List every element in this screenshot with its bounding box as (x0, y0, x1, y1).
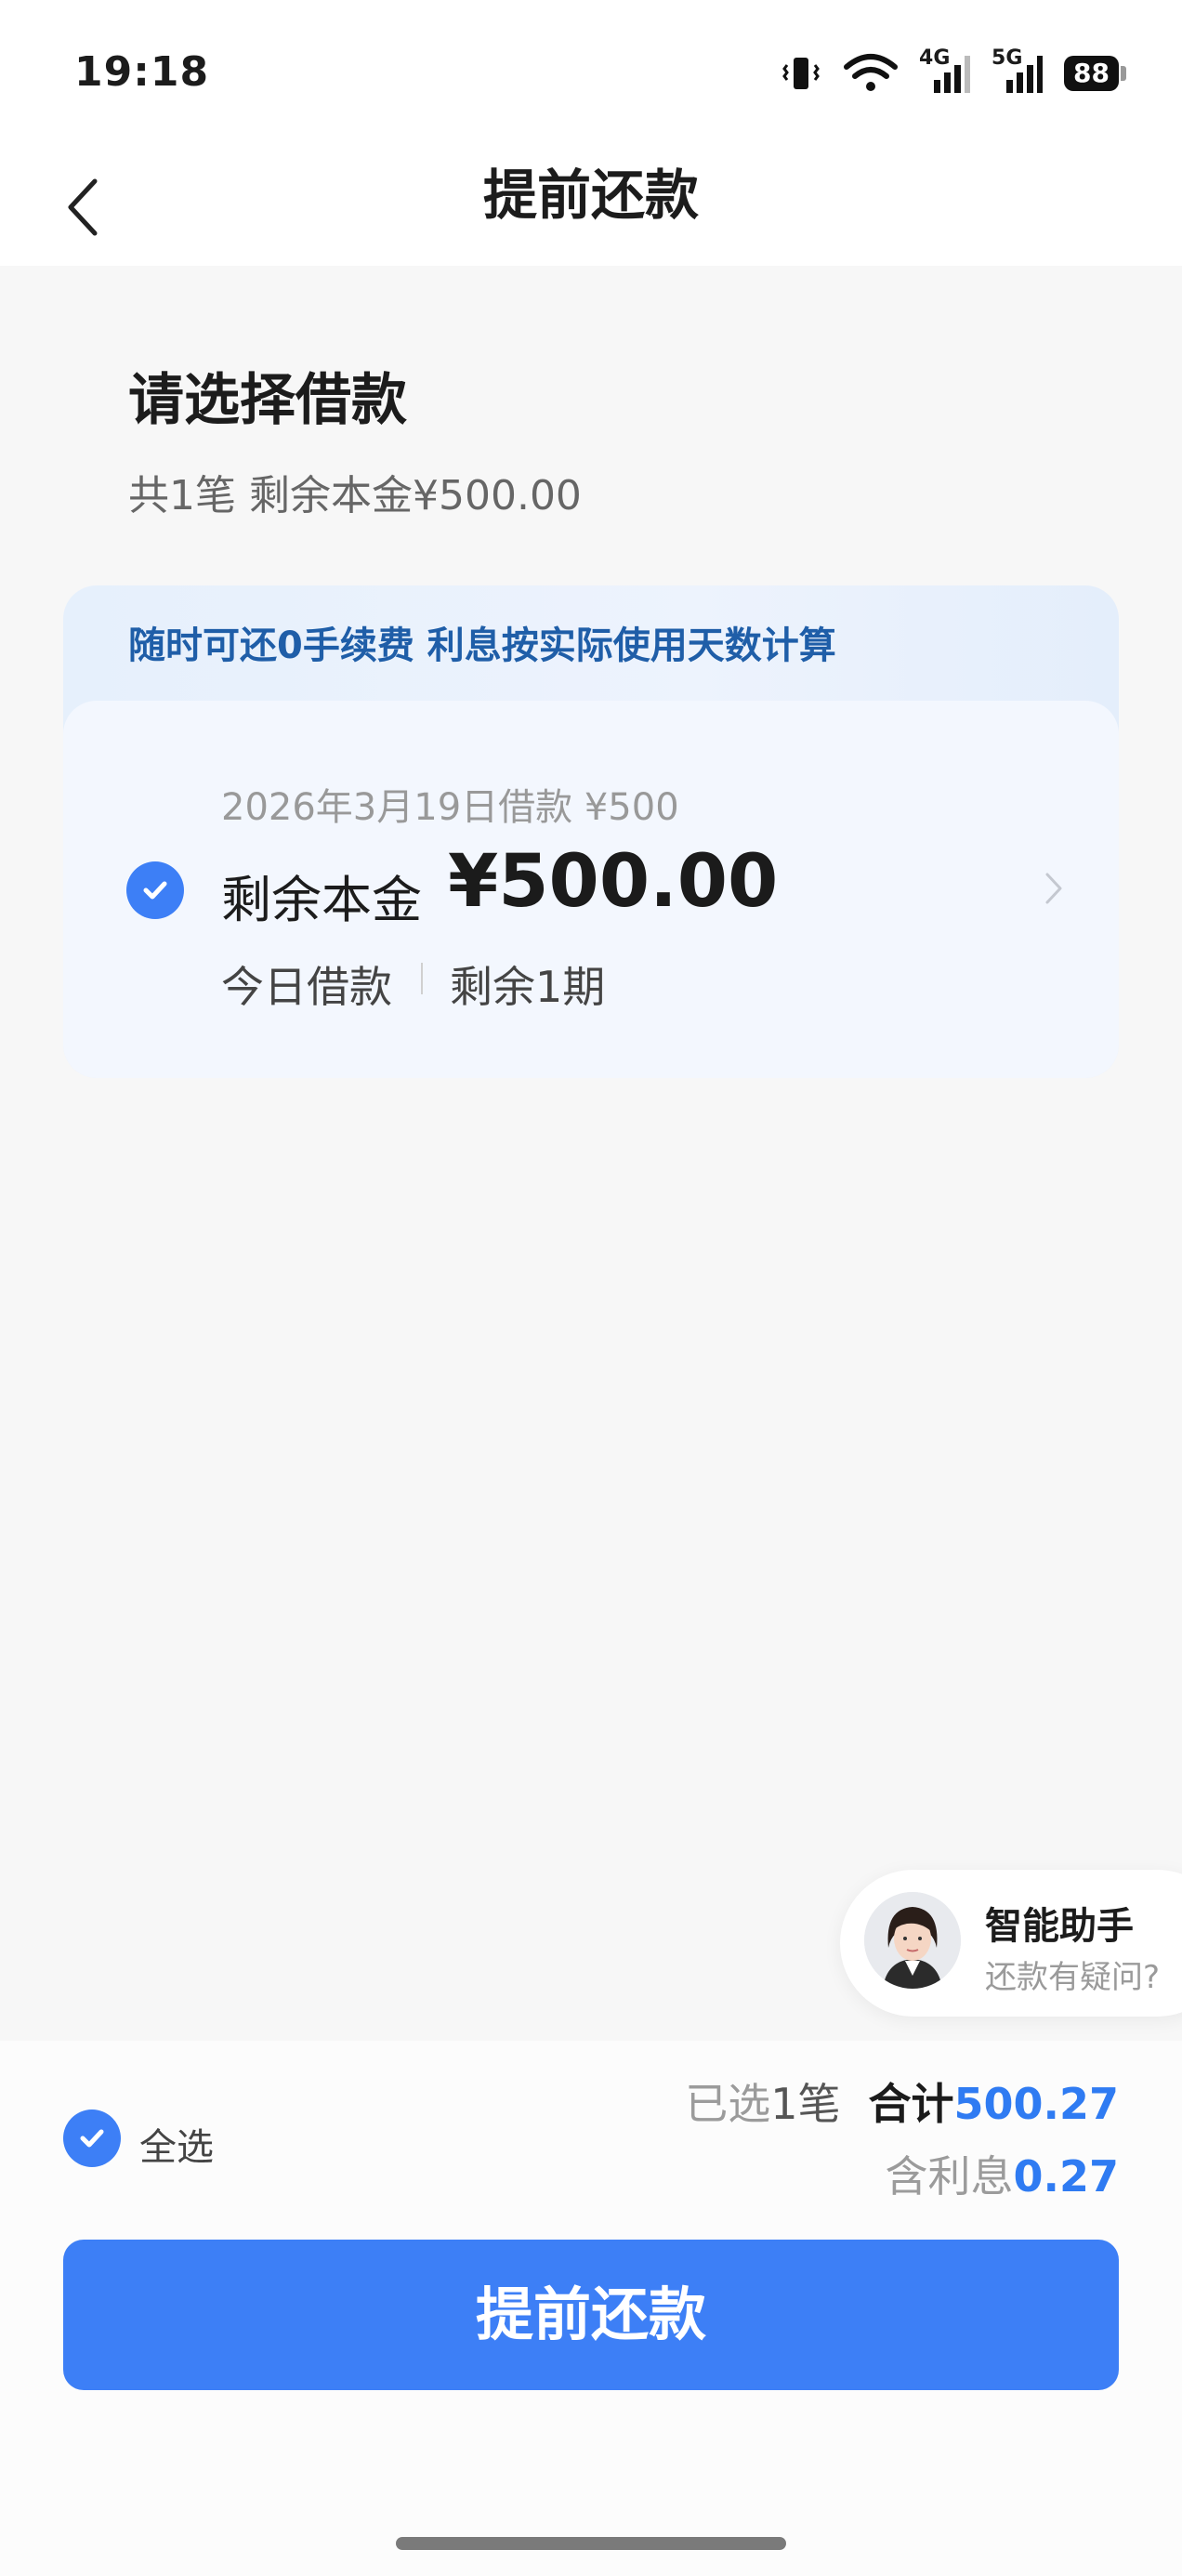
section-title: 请选择借款 (128, 368, 407, 433)
tag-remaining-periods: 剩余1期 (450, 962, 606, 1012)
loan-date: 2026年3月19日借款 ¥500 (221, 786, 679, 829)
loan-card-container: 随时可还0手续费 利息按实际使用天数计算 2026年3月19日借款 ¥500 剩… (63, 585, 1119, 1078)
status-icons: 4G 5G 88 (780, 46, 1126, 95)
selected-count: 1笔 (770, 2079, 841, 2129)
fee-banner: 随时可还0手续费 利息按实际使用天数计算 (128, 624, 836, 667)
loan-checkbox[interactable] (126, 861, 184, 919)
selection-summary: 已选1笔 合计500.27 (685, 2070, 1119, 2132)
interest-summary: 含利息0.27 (886, 2143, 1120, 2204)
home-indicator (396, 2537, 786, 2550)
select-all-label[interactable]: 全选 (139, 2117, 214, 2171)
tag-today-loan: 今日借款 (221, 962, 392, 1012)
battery-level: 88 (1064, 56, 1119, 91)
signal-5g-icon: 5G (992, 46, 1044, 95)
wifi-icon (844, 54, 899, 91)
interest-value: 0.27 (1013, 2151, 1120, 2201)
early-repayment-button[interactable]: 提前还款 (63, 2240, 1119, 2390)
remaining-principal-label: 剩余本金 (221, 871, 422, 929)
status-bar: 19:18 4G 5G 88 (0, 0, 1182, 149)
remaining-principal-amount: ¥500.00 (448, 840, 779, 924)
assistant-title: 智能助手 (985, 1905, 1134, 1948)
interest-label: 含利息 (885, 2151, 1014, 2201)
check-icon (143, 881, 167, 900)
signal-4g-icon: 4G (919, 46, 971, 95)
section-subtitle: 共1笔 剩余本金¥500.00 (128, 472, 582, 519)
total-value: 500.27 (953, 2079, 1119, 2129)
page-title: 提前还款 (482, 164, 699, 227)
select-all-checkbox[interactable] (63, 2109, 121, 2167)
smart-assistant-button[interactable]: 智能助手 还款有疑问? (840, 1870, 1182, 2017)
avatar (864, 1892, 961, 1989)
battery-icon: 88 (1064, 56, 1126, 91)
loan-card[interactable]: 2026年3月19日借款 ¥500 剩余本金 ¥500.00 今日借款 剩余1期 (63, 701, 1119, 1078)
bottom-bar: 全选 已选1笔 合计500.27 含利息0.27 提前还款 (0, 2041, 1182, 2576)
nav-bar: 提前还款 (0, 149, 1182, 266)
vibrate-icon (782, 58, 820, 89)
check-icon (80, 2129, 104, 2148)
chevron-right-icon[interactable] (1044, 872, 1063, 909)
total-label: 合计 (868, 2079, 954, 2129)
tag-divider (421, 963, 423, 994)
status-time: 19:18 (74, 48, 210, 96)
assistant-subtitle: 还款有疑问? (985, 1959, 1161, 1996)
selected-prefix: 已选 (685, 2079, 771, 2129)
